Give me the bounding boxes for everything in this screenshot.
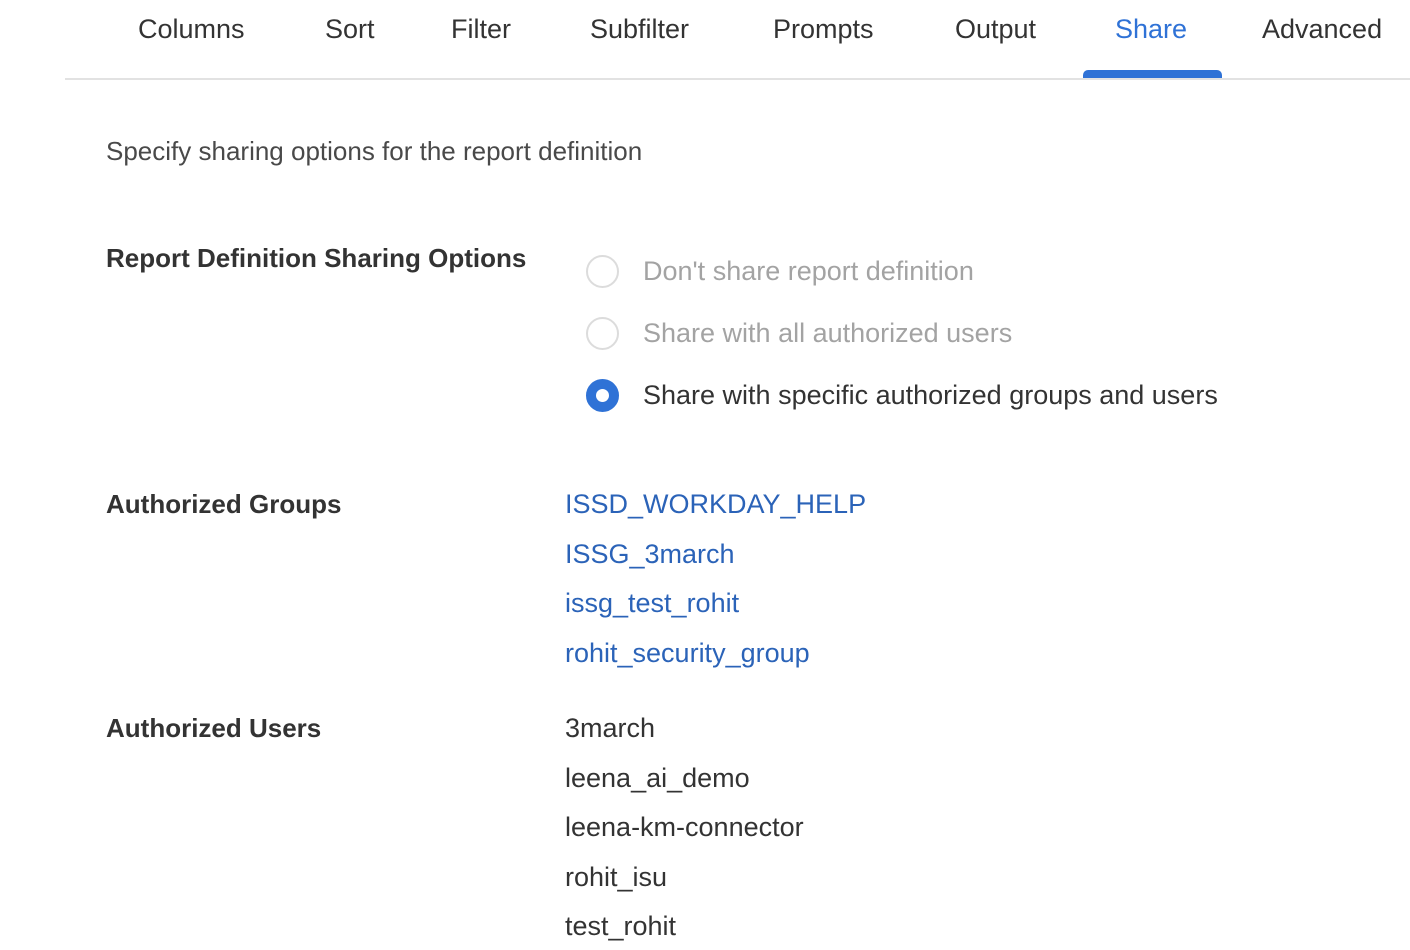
group-link[interactable]: issg_test_rohit (565, 588, 739, 619)
sharing-options-label: Report Definition Sharing Options (106, 243, 527, 273)
radio-share-specific[interactable]: Share with specific authorized groups an… (586, 375, 1218, 415)
user-item: leena-km-connector (565, 812, 804, 842)
tab-filter[interactable]: Filter (451, 0, 511, 78)
radio-label: Don't share report definition (643, 255, 974, 286)
radio-label: Share with specific authorized groups an… (643, 379, 1218, 410)
tab-sort[interactable]: Sort (325, 0, 375, 78)
tab-subfilter[interactable]: Subfilter (590, 0, 689, 78)
intro-text: Specify sharing options for the report d… (106, 136, 643, 166)
authorized-groups-label: Authorized Groups (106, 489, 342, 519)
radio-share-all[interactable]: Share with all authorized users (586, 313, 1012, 353)
authorized-users-label: Authorized Users (106, 713, 322, 743)
group-link[interactable]: ISSG_3march (565, 539, 735, 570)
tab-prompts[interactable]: Prompts (773, 0, 874, 78)
user-item: leena_ai_demo (565, 763, 750, 793)
share-settings-page: Columns Sort Filter Subfilter Prompts Ou… (0, 0, 1410, 950)
radio-button[interactable] (586, 316, 619, 350)
tab-bar: Columns Sort Filter Subfilter Prompts Ou… (65, 0, 1410, 80)
radio-label: Share with all authorized users (643, 317, 1013, 348)
group-link[interactable]: ISSD_WORKDAY_HELP (565, 489, 866, 520)
radio-dont-share[interactable]: Don't share report definition (586, 251, 974, 291)
user-item: test_rohit (565, 911, 677, 941)
tab-output[interactable]: Output (955, 0, 1036, 78)
tab-advanced[interactable]: Advanced (1262, 0, 1382, 78)
user-item: rohit_isu (565, 862, 668, 892)
radio-button-selected[interactable] (586, 378, 619, 412)
active-tab-indicator (1083, 70, 1222, 78)
tab-columns[interactable]: Columns (138, 0, 245, 78)
user-item: 3march (565, 713, 656, 743)
group-link[interactable]: rohit_security_group (565, 638, 810, 669)
radio-button[interactable] (586, 254, 619, 288)
tab-share[interactable]: Share (1115, 0, 1187, 78)
